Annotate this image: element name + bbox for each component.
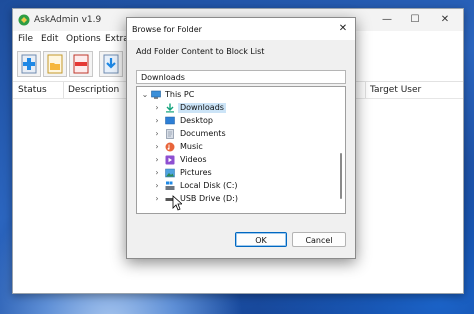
chevron-right-icon[interactable]: › [153,142,161,152]
folder-path-field[interactable] [136,70,346,84]
menu-file[interactable]: File [18,34,33,44]
tree-item-label: USB Drive (D:) [180,194,238,203]
maximize-button[interactable]: ☐ [401,12,429,28]
tree-item-desktop[interactable]: › Desktop [137,115,333,127]
tree-item-usb-drive[interactable]: › USB Drive (D:) [137,193,333,205]
tree-item-label: Pictures [180,168,212,177]
cancel-button[interactable]: Cancel [292,232,346,247]
tree-item-label: Desktop [180,116,213,125]
this-pc-icon [151,90,161,99]
scrollbar-thumb[interactable] [340,153,342,199]
askadmin-logo-icon [18,14,30,26]
tree-item-label: Videos [180,155,207,164]
chevron-right-icon[interactable]: › [153,103,161,113]
column-divider[interactable] [63,82,64,98]
column-target-user[interactable]: Target User [370,85,421,95]
tree-item-label: Documents [180,129,226,138]
folder-tree[interactable]: ⌄ This PC › Downloads › Desktop › Docume… [136,86,346,214]
add-file-button[interactable] [17,51,41,77]
remove-icon [73,54,89,74]
browse-folder-dialog: Browse for Folder ✕ Add Folder Content t… [126,17,356,259]
chevron-down-icon[interactable]: ⌄ [141,90,149,100]
menu-edit[interactable]: Edit [41,34,58,44]
remove-button[interactable] [69,51,93,77]
mouse-pointer-icon [172,195,182,211]
tree-item-this-pc[interactable]: ⌄ This PC [137,89,333,101]
minimize-button[interactable]: — [373,12,401,28]
column-description[interactable]: Description [68,85,119,95]
add-folder-icon [47,54,63,74]
tree-item-pictures[interactable]: › Pictures [137,167,333,179]
import-icon [103,54,119,74]
tree-item-label: This PC [165,90,195,99]
tree-item-local-disk[interactable]: › Local Disk (C:) [137,180,333,192]
pictures-icon [165,168,175,178]
import-button[interactable] [99,51,123,77]
music-icon [165,142,175,152]
videos-icon [165,155,175,165]
tree-scrollbar[interactable] [339,89,343,211]
desktop-icon [165,116,175,125]
chevron-right-icon[interactable]: › [153,181,161,191]
chevron-right-icon[interactable]: › [153,155,161,165]
dialog-prompt: Add Folder Content to Block List [136,47,265,56]
chevron-right-icon[interactable]: › [153,168,161,178]
ok-button[interactable]: OK [235,232,287,247]
dialog-title: Browse for Folder [132,25,202,34]
tree-item-label: Music [180,142,203,151]
chevron-right-icon[interactable]: › [153,129,161,139]
tree-item-music[interactable]: › Music [137,141,333,153]
documents-icon [166,129,174,139]
add-folder-button[interactable] [43,51,67,77]
tree-item-label: Local Disk (C:) [180,181,238,190]
column-divider[interactable] [365,82,366,98]
menu-options[interactable]: Options [66,34,101,44]
tree-item-documents[interactable]: › Documents [137,128,333,140]
dialog-titlebar[interactable]: Browse for Folder ✕ [127,18,355,40]
dialog-close-button[interactable]: ✕ [335,21,351,37]
column-status[interactable]: Status [18,85,47,95]
tree-item-videos[interactable]: › Videos [137,154,333,166]
chevron-right-icon[interactable]: › [153,194,161,204]
downloads-icon [166,103,174,113]
tree-item-label: Downloads [178,103,226,113]
add-file-icon [21,54,37,74]
tree-item-downloads[interactable]: › Downloads [137,102,333,114]
chevron-right-icon[interactable]: › [153,116,161,126]
local-disk-icon [165,181,175,190]
app-title: AskAdmin v1.9 [34,15,102,25]
close-window-button[interactable]: ✕ [431,12,459,28]
